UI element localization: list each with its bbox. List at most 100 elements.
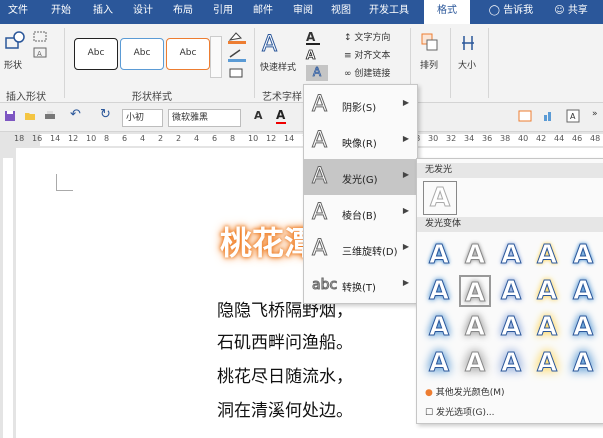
bevel-icon: A <box>311 200 328 226</box>
ruler-number: 10 <box>86 134 97 143</box>
glow-variant-option[interactable]: A <box>495 347 527 379</box>
glow-variant-option[interactable]: A <box>423 275 455 307</box>
shapes-icon[interactable] <box>4 30 26 52</box>
tell-me-label: 告诉我 <box>503 5 534 16</box>
ruler-number: 4 <box>194 134 200 143</box>
font-icon[interactable]: A <box>254 109 263 122</box>
person-icon: ☺ <box>554 5 565 16</box>
ruler-number: 40 <box>518 134 529 143</box>
tab-format[interactable]: 格式 <box>424 0 470 24</box>
ruler-number: 44 <box>554 134 565 143</box>
tab-insert[interactable]: 插入 <box>88 0 118 24</box>
textbox-icon[interactable]: A <box>566 109 580 123</box>
picture-icon[interactable] <box>518 109 532 123</box>
tell-me-button[interactable]: ◯ 告诉我 <box>486 0 536 24</box>
glow-variants-header: 发光变体 <box>417 217 603 232</box>
tab-home[interactable]: 开始 <box>46 0 76 24</box>
glow-variant-option[interactable]: A <box>495 275 527 307</box>
ruler-number: 14 <box>284 134 295 143</box>
font-name-select[interactable]: 微软雅黑 <box>168 109 241 127</box>
menu-item-glow[interactable]: A 发光(G) ▶ <box>304 159 417 195</box>
no-glow-header: 无发光 <box>417 163 603 178</box>
textbox-icon[interactable]: A <box>32 46 52 60</box>
redo-icon[interactable]: ↻ <box>100 107 111 122</box>
glow-variant-option[interactable]: A <box>567 311 599 343</box>
menu-item-3d-rotation[interactable]: A 三维旋转(D) ▶ <box>304 231 417 267</box>
glow-options-button[interactable]: ☐ 发光选项(G)... <box>425 405 495 418</box>
tab-review[interactable]: 审阅 <box>288 0 318 24</box>
size-icon[interactable] <box>458 32 478 54</box>
glow-variant-option[interactable]: A <box>531 347 563 379</box>
ruler-number: 2 <box>176 134 182 143</box>
glow-variant-option[interactable]: A <box>459 311 491 343</box>
shape-effects-icon[interactable] <box>226 66 250 80</box>
wordart-title[interactable]: 桃花潭 <box>220 218 316 264</box>
tab-design[interactable]: 设计 <box>128 0 158 24</box>
glow-variant-option[interactable]: A <box>459 347 491 379</box>
undo-icon[interactable]: ↶ <box>70 107 81 122</box>
menu-item-reflection[interactable]: A 映像(R) ▶ <box>304 123 417 159</box>
chart-icon[interactable] <box>542 109 556 123</box>
share-button[interactable]: ☺ 共享 <box>546 0 596 24</box>
glow-variant-option[interactable]: A <box>567 347 599 379</box>
divider <box>64 28 65 98</box>
shape-outline-icon[interactable] <box>226 48 250 62</box>
more-icon[interactable]: » <box>592 109 598 119</box>
styles-scroll[interactable] <box>210 36 222 78</box>
style-preset-2[interactable]: Abc <box>120 38 164 70</box>
style-preset-1[interactable]: Abc <box>74 38 118 70</box>
text-outline-icon[interactable]: A <box>306 48 326 63</box>
font-color-icon[interactable]: A <box>276 108 286 124</box>
glow-variant-option[interactable]: A <box>531 275 563 307</box>
shape-button[interactable]: 形状 <box>4 58 22 71</box>
arrange-button[interactable]: 排列 <box>420 58 438 71</box>
size-button[interactable]: 大小 <box>458 58 476 71</box>
glow-variant-option[interactable]: A <box>567 239 599 271</box>
print-icon[interactable] <box>44 110 56 122</box>
align-text-label: 对齐文本 <box>354 51 391 61</box>
text-effects-icon[interactable]: A <box>306 65 328 81</box>
menu-item-shadow[interactable]: A 阴影(S) ▶ <box>304 87 417 123</box>
poem-line-4: 洞在清溪何处边。 <box>217 401 353 421</box>
glow-variant-option[interactable]: A <box>423 347 455 379</box>
edit-shape-icon[interactable] <box>32 30 52 44</box>
glow-variant-option[interactable]: A <box>423 311 455 343</box>
quick-styles-button[interactable]: 快速样式 <box>260 60 296 73</box>
menu-label: 棱台(B) <box>342 211 377 222</box>
ruler-number: 34 <box>464 134 475 143</box>
glow-variant-option[interactable]: A <box>459 239 491 271</box>
align-text-button[interactable]: ≡ 对齐文本 <box>344 48 390 61</box>
ruler-number: 8 <box>230 134 236 143</box>
glow-variant-option[interactable]: A <box>423 239 455 271</box>
menu-item-bevel[interactable]: A 棱台(B) ▶ <box>304 195 417 231</box>
glow-variant-option[interactable]: A <box>495 239 527 271</box>
tab-developer[interactable]: 开发工具 <box>364 0 414 24</box>
shape-fill-icon[interactable] <box>226 30 250 44</box>
submenu-arrow-icon: ▶ <box>402 206 409 215</box>
ruler-number: 36 <box>482 134 493 143</box>
open-icon[interactable] <box>24 110 36 122</box>
glow-variant-option[interactable]: A <box>495 311 527 343</box>
text-direction-button[interactable]: ↕ 文字方向 <box>344 30 390 43</box>
tab-view[interactable]: 视图 <box>326 0 356 24</box>
glow-variant-option[interactable]: A <box>459 275 491 309</box>
tab-layout[interactable]: 布局 <box>168 0 198 24</box>
glow-variant-option[interactable]: A <box>567 275 599 307</box>
glow-variant-option[interactable]: A <box>531 239 563 271</box>
style-preset-3[interactable]: Abc <box>166 38 210 70</box>
save-icon[interactable] <box>4 110 16 122</box>
tab-references[interactable]: 引用 <box>208 0 238 24</box>
text-fill-icon[interactable]: A <box>306 30 326 45</box>
font-size-select[interactable]: 小初 <box>122 109 163 127</box>
no-glow-option[interactable]: A <box>423 181 457 215</box>
glow-variant-option[interactable]: A <box>531 311 563 343</box>
quick-styles-icon[interactable]: A <box>262 32 288 58</box>
poem-line-2: 石矶西畔问渔船。 <box>217 333 353 353</box>
menu-item-transform[interactable]: abc 转换(T) ▶ <box>304 267 417 303</box>
arrange-icon[interactable] <box>420 32 440 54</box>
tab-mailings[interactable]: 邮件 <box>248 0 278 24</box>
more-glow-colors-label: 其他发光颜色(M) <box>435 388 505 398</box>
create-link-button[interactable]: ∞ 创建链接 <box>344 66 390 79</box>
tab-file[interactable]: 文件 <box>4 0 32 24</box>
more-glow-colors-button[interactable]: ● 其他发光颜色(M) <box>425 385 505 398</box>
